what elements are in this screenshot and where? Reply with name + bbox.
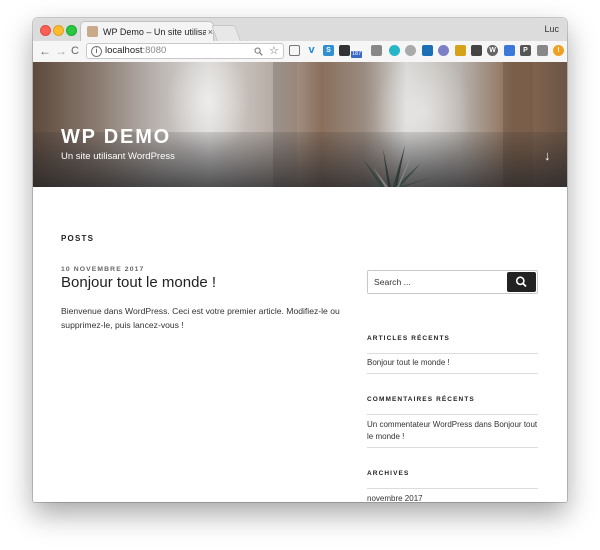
window-extension-icon[interactable] xyxy=(371,45,382,56)
alert-extension-icon[interactable]: ! xyxy=(553,45,564,56)
pin-extension-icon[interactable] xyxy=(455,45,466,56)
p-extension-icon[interactable]: P xyxy=(520,45,531,56)
recent-post-link[interactable]: Bonjour tout le monde ! xyxy=(367,357,538,369)
header-hero: WP DEMO Un site utilisant WordPress ↓ xyxy=(33,62,567,187)
scroll-down-arrow-icon[interactable]: ↓ xyxy=(544,148,551,163)
extension-badge: 187 xyxy=(351,51,363,58)
vimeo-icon[interactable]: v xyxy=(306,45,317,56)
close-window-button[interactable] xyxy=(40,25,51,36)
site-tagline: Un site utilisant WordPress xyxy=(61,151,175,162)
blue-extension-icon[interactable] xyxy=(422,45,433,56)
search-form xyxy=(367,270,538,294)
info-icon[interactable]: i xyxy=(91,46,102,57)
divider xyxy=(367,447,538,448)
cast-icon[interactable] xyxy=(289,45,300,56)
search-button[interactable] xyxy=(507,272,536,292)
forward-arrow-icon[interactable]: → xyxy=(55,43,67,59)
back-arrow-icon[interactable]: ← xyxy=(39,43,51,59)
new-tab-button[interactable] xyxy=(211,25,241,41)
site-title[interactable]: WP DEMO xyxy=(61,126,171,149)
post-date[interactable]: 10 NOVEMBRE 2017 xyxy=(61,266,144,273)
zoom-icon[interactable] xyxy=(254,47,263,56)
archives-title: ARCHIVES xyxy=(367,470,410,477)
profile-name[interactable]: Luc xyxy=(544,24,559,34)
minimize-window-button[interactable] xyxy=(53,25,64,36)
url-port: :8080 xyxy=(142,45,167,56)
recent-comment-link[interactable]: Un commentateur WordPress dans Bonjour t… xyxy=(367,419,538,443)
post-title[interactable]: Bonjour tout le monde ! xyxy=(61,274,216,291)
favicon-icon xyxy=(87,26,98,37)
archive-link[interactable]: novembre 2017 xyxy=(367,493,538,502)
grid-extension-icon[interactable] xyxy=(537,45,548,56)
screen-share-icon[interactable]: S xyxy=(323,45,334,56)
posts-heading: POSTS xyxy=(61,234,95,243)
teal-extension-icon[interactable] xyxy=(389,45,400,56)
search-icon xyxy=(515,276,527,288)
avatar-extension-icon[interactable] xyxy=(339,45,350,56)
divider xyxy=(367,353,538,354)
tab-wp-demo[interactable]: WP Demo – Un site utilisant W × xyxy=(80,21,214,41)
tab-title: WP Demo – Un site utilisant W xyxy=(103,26,206,37)
purple-extension-icon[interactable] xyxy=(438,45,449,56)
divider xyxy=(367,488,538,489)
url-text[interactable]: localhost:8080 xyxy=(105,45,166,56)
tab-strip: WP Demo – Un site utilisant W × Luc xyxy=(33,18,567,42)
address-bar[interactable]: i localhost:8080 ☆ xyxy=(86,43,284,59)
recent-comments-title: COMMENTAIRES RÉCENTS xyxy=(367,396,475,403)
divider xyxy=(367,414,538,415)
divider xyxy=(367,373,538,374)
bookmark-star-icon[interactable]: ☆ xyxy=(269,44,279,57)
post-excerpt: Bienvenue dans WordPress. Ceci est votre… xyxy=(61,306,340,330)
browser-window: WP Demo – Un site utilisant W × Luc ← → … xyxy=(33,18,567,502)
cloud-extension-icon[interactable] xyxy=(405,45,416,56)
browser-toolbar: ← → C i localhost:8080 ☆ v S 187 W P ! xyxy=(33,41,567,63)
reload-icon[interactable]: C xyxy=(71,43,79,59)
recent-posts-title: ARTICLES RÉCENTS xyxy=(367,335,450,342)
page-content: POSTS 10 NOVEMBRE 2017 Bonjour tout le m… xyxy=(33,187,567,502)
pocket-icon[interactable] xyxy=(471,45,482,56)
translate-icon[interactable] xyxy=(504,45,515,56)
wordpress-icon[interactable]: W xyxy=(487,45,498,56)
url-host: localhost xyxy=(105,45,143,56)
search-input[interactable] xyxy=(368,271,508,293)
plant-image xyxy=(348,145,433,187)
fullscreen-window-button[interactable] xyxy=(66,25,77,36)
